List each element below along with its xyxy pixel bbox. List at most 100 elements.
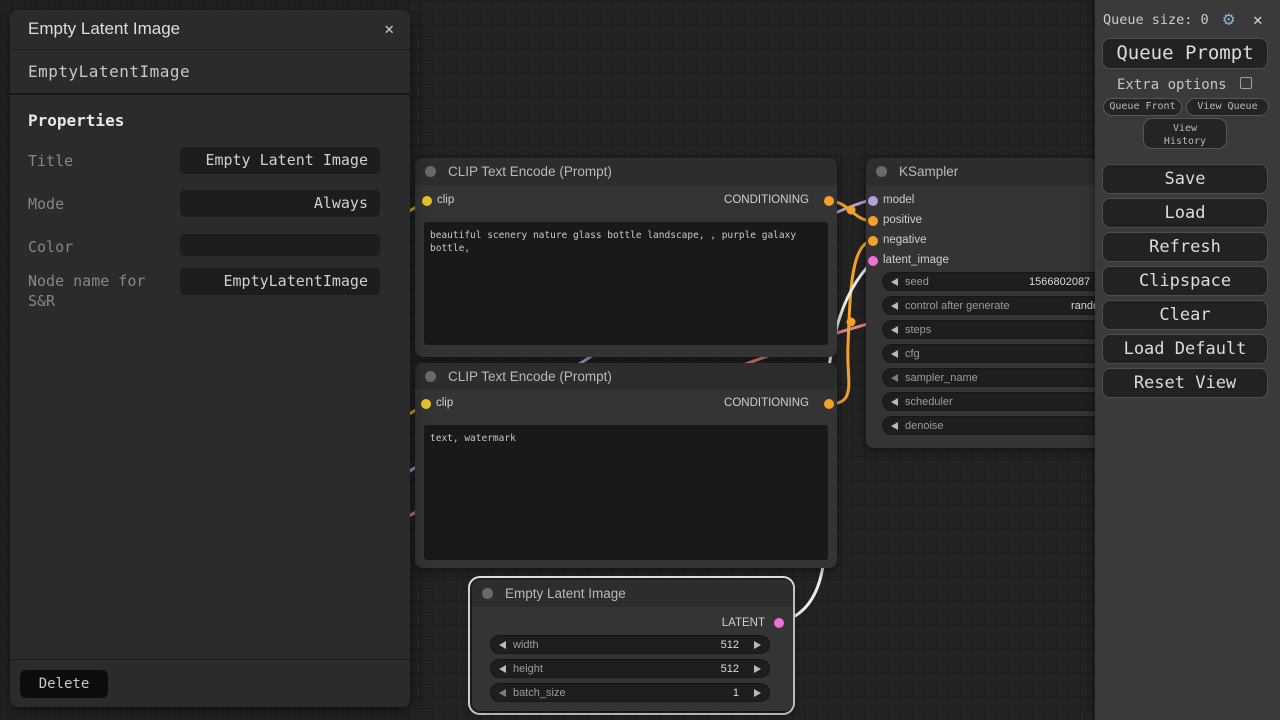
clip-input-port[interactable] [422, 196, 432, 206]
comfyui-app: CLIP Text Encode (Prompt) clip CONDITION… [0, 0, 1280, 720]
widget-value: 512 [721, 663, 739, 675]
node-title: Empty Latent Image [505, 586, 626, 601]
comfy-menu-panel: Queue size: 0 ⚙ ✕ Queue Prompt Extra opt… [1095, 0, 1280, 720]
widget-label: control after generate [905, 300, 1010, 312]
decrement-arrow-icon[interactable] [499, 689, 506, 697]
clipspace-button[interactable]: Clipspace [1102, 266, 1268, 296]
widget-label: batch_size [513, 687, 566, 699]
conditioning-output-port[interactable] [824, 399, 834, 409]
extra-options-label: Extra options [1117, 77, 1227, 93]
view-history-line1: View [1173, 123, 1197, 134]
color-field[interactable] [180, 234, 380, 256]
increment-arrow-icon[interactable] [754, 641, 761, 649]
batch-size-widget[interactable]: batch_size 1 [490, 683, 770, 702]
latent-output-label: LATENT [722, 617, 765, 629]
settings-gear-icon[interactable]: ⚙ [1223, 8, 1234, 30]
increment-arrow-icon[interactable] [754, 689, 761, 697]
collapse-dot-icon[interactable] [425, 371, 436, 382]
decrement-arrow-icon[interactable] [891, 278, 898, 286]
close-icon[interactable]: ✕ [1253, 10, 1263, 29]
view-history-line2: History [1164, 136, 1206, 147]
mode-field[interactable]: Always [180, 190, 380, 217]
refresh-button[interactable]: Refresh [1102, 232, 1268, 262]
node-clip-text-encode-positive[interactable]: CLIP Text Encode (Prompt) clip CONDITION… [415, 158, 837, 357]
clip-input-port[interactable] [421, 399, 431, 409]
reset-view-button[interactable]: Reset View [1102, 368, 1268, 398]
decrement-arrow-icon[interactable] [891, 374, 898, 382]
title-field-value: Empty Latent Image [205, 151, 368, 169]
node-name-label-line1: Node name for [28, 272, 145, 290]
node-name-field-label: Node name for S&R [28, 271, 145, 311]
collapse-dot-icon[interactable] [876, 166, 887, 177]
decrement-arrow-icon[interactable] [499, 641, 506, 649]
widget-value: 512 [721, 639, 739, 651]
conditioning-output-label: CONDITIONING [724, 397, 809, 409]
close-icon[interactable]: ✕ [380, 19, 398, 38]
latent-image-input-label: latent_image [883, 254, 949, 266]
decrement-arrow-icon[interactable] [891, 422, 898, 430]
queue-front-button[interactable]: Queue Front [1103, 98, 1182, 116]
height-widget[interactable]: height 512 [490, 659, 770, 678]
clip-input-label: clip [437, 194, 454, 206]
decrement-arrow-icon[interactable] [499, 665, 506, 673]
widget-label: denoise [905, 420, 944, 432]
widget-label: seed [905, 276, 929, 288]
node-name-field-value: EmptyLatentImage [224, 272, 369, 290]
widget-label: sampler_name [905, 372, 978, 384]
view-queue-button[interactable]: View Queue [1186, 98, 1269, 116]
load-default-button[interactable]: Load Default [1102, 334, 1268, 364]
queue-prompt-button[interactable]: Queue Prompt [1102, 38, 1268, 69]
negative-input-label: negative [883, 234, 926, 246]
widget-label: scheduler [905, 396, 953, 408]
load-button[interactable]: Load [1102, 198, 1268, 228]
node-header[interactable]: CLIP Text Encode (Prompt) [415, 363, 837, 390]
decrement-arrow-icon[interactable] [891, 326, 898, 334]
mode-field-value: Always [314, 194, 368, 212]
node-properties-dialog: Empty Latent Image ✕ EmptyLatentImage Pr… [10, 10, 410, 707]
negative-input-port[interactable] [868, 236, 878, 246]
view-history-button[interactable]: View History [1143, 118, 1227, 149]
collapse-dot-icon[interactable] [425, 166, 436, 177]
extra-options-checkbox[interactable] [1240, 77, 1252, 89]
increment-arrow-icon[interactable] [754, 665, 761, 673]
dialog-divider [10, 659, 410, 660]
widget-label: cfg [905, 348, 920, 360]
clear-button[interactable]: Clear [1102, 300, 1268, 330]
save-button[interactable]: Save [1102, 164, 1268, 194]
decrement-arrow-icon[interactable] [891, 350, 898, 358]
widget-value: 1566802087 [1029, 276, 1090, 288]
latent-image-input-port[interactable] [868, 256, 878, 266]
conditioning-output-label: CONDITIONING [724, 194, 809, 206]
node-clip-text-encode-negative[interactable]: CLIP Text Encode (Prompt) clip CONDITION… [415, 363, 837, 568]
widget-value: 1 [733, 687, 739, 699]
delete-node-button[interactable]: Delete [20, 670, 108, 698]
clip-input-label: clip [436, 397, 453, 409]
node-type-name: EmptyLatentImage [28, 62, 190, 81]
width-widget[interactable]: width 512 [490, 635, 770, 654]
widget-label: steps [905, 324, 931, 336]
node-title: CLIP Text Encode (Prompt) [448, 164, 612, 179]
prompt-textarea[interactable]: text, watermark [424, 425, 828, 560]
prompt-textarea[interactable]: beautiful scenery nature glass bottle la… [424, 222, 828, 345]
dialog-titlebar[interactable]: Empty Latent Image ✕ [10, 10, 410, 50]
node-name-label-line2: S&R [28, 292, 55, 310]
title-field-label: Title [28, 151, 73, 171]
decrement-arrow-icon[interactable] [891, 302, 898, 310]
decrement-arrow-icon[interactable] [891, 398, 898, 406]
title-field[interactable]: Empty Latent Image [180, 147, 380, 174]
positive-input-label: positive [883, 214, 922, 226]
node-name-field[interactable]: EmptyLatentImage [180, 268, 380, 295]
conditioning-output-port[interactable] [824, 196, 834, 206]
node-type-row: EmptyLatentImage [10, 51, 410, 95]
positive-input-port[interactable] [868, 216, 878, 226]
node-empty-latent-image[interactable]: Empty Latent Image LATENT width 512 heig… [472, 580, 793, 711]
model-input-label: model [883, 194, 914, 206]
node-header[interactable]: Empty Latent Image [472, 580, 793, 607]
latent-output-port[interactable] [774, 618, 784, 628]
node-header[interactable]: CLIP Text Encode (Prompt) [415, 158, 837, 185]
color-field-label: Color [28, 237, 73, 257]
model-input-port[interactable] [868, 196, 878, 206]
properties-heading: Properties [28, 111, 124, 130]
dialog-title: Empty Latent Image [28, 19, 180, 39]
collapse-dot-icon[interactable] [482, 588, 493, 599]
